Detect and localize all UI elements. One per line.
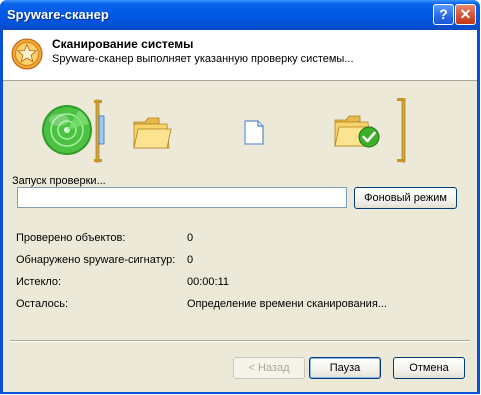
window-title: Spyware-сканер [7,7,109,22]
header-subtitle: Spyware-сканер выполняет указанную прове… [52,53,354,65]
stat-value-remaining: Определение времени сканирования... [187,298,387,310]
scan-progress-bar [17,187,347,208]
document-icon [244,120,264,145]
folder-checked-icon [334,115,380,148]
dialog-body: Сканирование системы Spyware-сканер выпо… [3,30,477,392]
close-button[interactable]: ✕ [455,4,476,25]
scan-status-label: Запуск проверки... [12,175,106,187]
back-button[interactable]: < Назад [233,357,305,379]
scanner-bar-right [397,98,406,163]
background-mode-button[interactable]: Фоновый режим [354,187,457,209]
stat-value-elapsed: 00:00:11 [187,276,230,288]
stat-label-elapsed: Истекло: [16,276,62,288]
header-title: Сканирование системы [52,37,194,51]
dialog-window: Spyware-сканер ? ✕ Сканирование системы … [0,0,480,394]
footer-separator [10,340,470,342]
stat-label-signatures: Обнаружено spyware-сигнатур: [16,254,176,266]
wizard-header: Сканирование системы Spyware-сканер выпо… [3,30,477,81]
stat-label-checked: Проверено объектов: [16,232,126,244]
radar-icon [42,105,92,155]
pause-button[interactable]: Пауза [309,357,381,379]
stat-value-checked: 0 [187,232,194,244]
scan-animation [42,98,406,163]
folder-icon [133,117,172,149]
stat-label-remaining: Осталось: [16,298,69,310]
help-button[interactable]: ? [433,4,454,25]
scanner-bar-left [94,99,105,163]
star-shield-icon [11,38,43,70]
cancel-button[interactable]: Отмена [393,357,465,379]
stat-value-signatures: 0 [187,254,194,266]
title-bar[interactable]: Spyware-сканер ? ✕ [0,0,480,30]
